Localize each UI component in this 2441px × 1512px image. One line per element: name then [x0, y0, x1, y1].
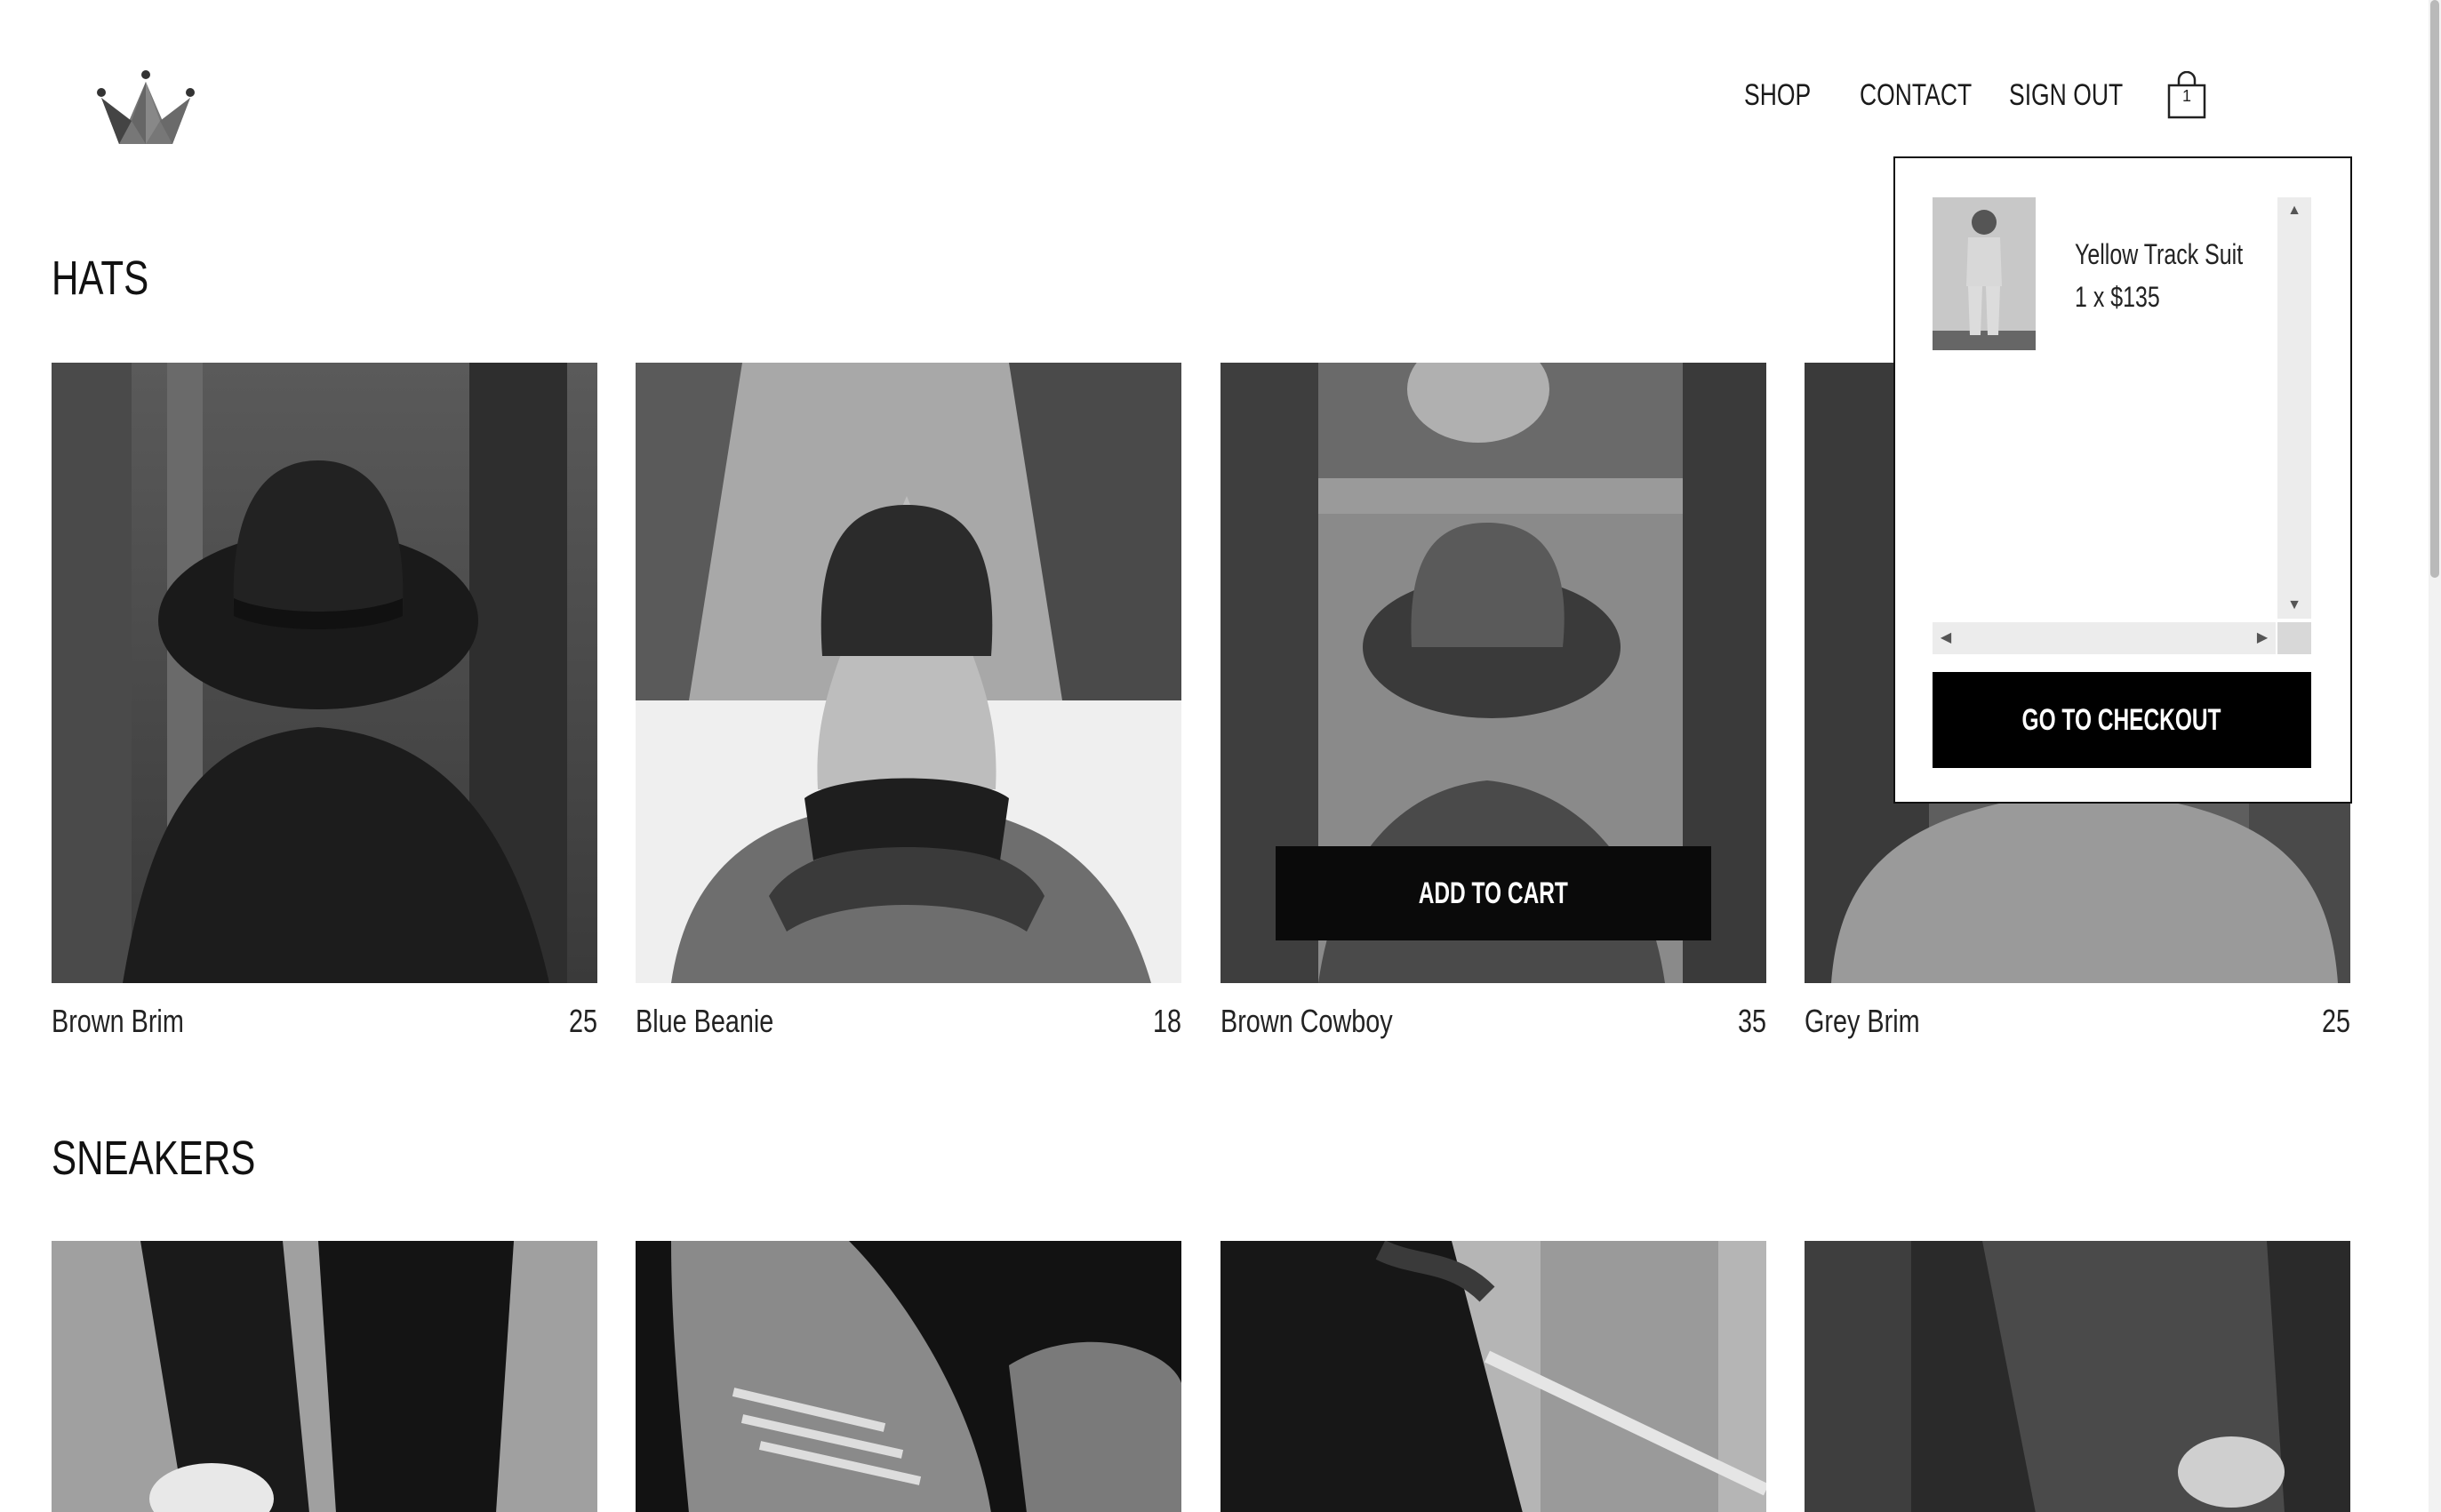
- shopping-bag-icon[interactable]: 1: [2165, 70, 2208, 119]
- cart-item-image: [1933, 197, 2036, 350]
- product-image[interactable]: [1220, 1241, 1766, 1512]
- scroll-up-arrow-icon[interactable]: ▲: [2277, 197, 2311, 224]
- cart-item: Yellow Track Suit 1 x $135: [1933, 197, 2290, 350]
- crown-logo-icon[interactable]: [96, 68, 196, 149]
- page: SHOP CONTACT SIGN OUT 1 HATS Brown Brim …: [0, 0, 2441, 1512]
- product-name: Blue Beanie: [636, 1003, 774, 1039]
- section-title-sneakers[interactable]: SNEAKERS: [52, 1131, 255, 1186]
- nav-sign-out-link[interactable]: SIGN OUT: [2009, 78, 2123, 113]
- scroll-down-arrow-icon[interactable]: ▼: [2277, 592, 2311, 619]
- product-image[interactable]: [636, 1241, 1181, 1512]
- product-card: ADD TO CART Brown Cowboy 35: [1220, 363, 1766, 1040]
- page-scrollbar[interactable]: [2429, 0, 2441, 1512]
- top-nav: SHOP CONTACT SIGN OUT 1: [1744, 70, 2208, 119]
- scroll-right-arrow-icon[interactable]: ▶: [2249, 622, 2276, 654]
- nav-contact-link[interactable]: CONTACT: [1860, 78, 1972, 113]
- scrollbar-corner: [2277, 622, 2311, 654]
- page-scrollbar-thumb[interactable]: [2430, 0, 2439, 578]
- scroll-left-arrow-icon[interactable]: ◀: [1933, 622, 1959, 654]
- cart-dropdown: Yellow Track Suit 1 x $135 ▲ ▼ ◀ ▶ GO TO…: [1893, 156, 2352, 804]
- product-image[interactable]: [1805, 1241, 2350, 1512]
- go-to-checkout-button[interactable]: GO TO CHECKOUT: [1933, 672, 2311, 768]
- product-card: [636, 1241, 1181, 1512]
- cart-item-quantity-price: 1 x $135: [2075, 281, 2160, 313]
- product-name: Brown Cowboy: [1220, 1003, 1393, 1039]
- product-name: Brown Brim: [52, 1003, 184, 1039]
- section-title-hats[interactable]: HATS: [52, 251, 148, 306]
- cart-count-badge: 1: [2181, 87, 2191, 105]
- cart-item-name: Yellow Track Suit: [2075, 238, 2244, 270]
- product-price: 35: [1737, 1003, 1766, 1039]
- add-to-cart-button[interactable]: ADD TO CART: [1276, 846, 1711, 940]
- product-image[interactable]: [52, 363, 597, 983]
- cart-horizontal-scrollbar[interactable]: ◀ ▶: [1933, 622, 2276, 654]
- product-image[interactable]: [52, 1241, 597, 1512]
- product-card: Blue Beanie 18: [636, 363, 1181, 1040]
- nav-shop-link[interactable]: SHOP: [1744, 78, 1811, 113]
- cart-vertical-scrollbar[interactable]: ▲ ▼: [2277, 197, 2311, 619]
- product-price: 25: [2321, 1003, 2350, 1039]
- product-card: [52, 1241, 597, 1512]
- product-name: Grey Brim: [1805, 1003, 1920, 1039]
- cart-items-list: Yellow Track Suit 1 x $135: [1933, 197, 2311, 592]
- product-price: 25: [568, 1003, 597, 1039]
- product-price: 18: [1152, 1003, 1181, 1039]
- product-card: Brown Brim 25: [52, 363, 597, 1040]
- product-image[interactable]: [636, 363, 1181, 983]
- product-image[interactable]: ADD TO CART: [1220, 363, 1766, 983]
- product-card: [1805, 1241, 2350, 1512]
- product-card: [1220, 1241, 1766, 1512]
